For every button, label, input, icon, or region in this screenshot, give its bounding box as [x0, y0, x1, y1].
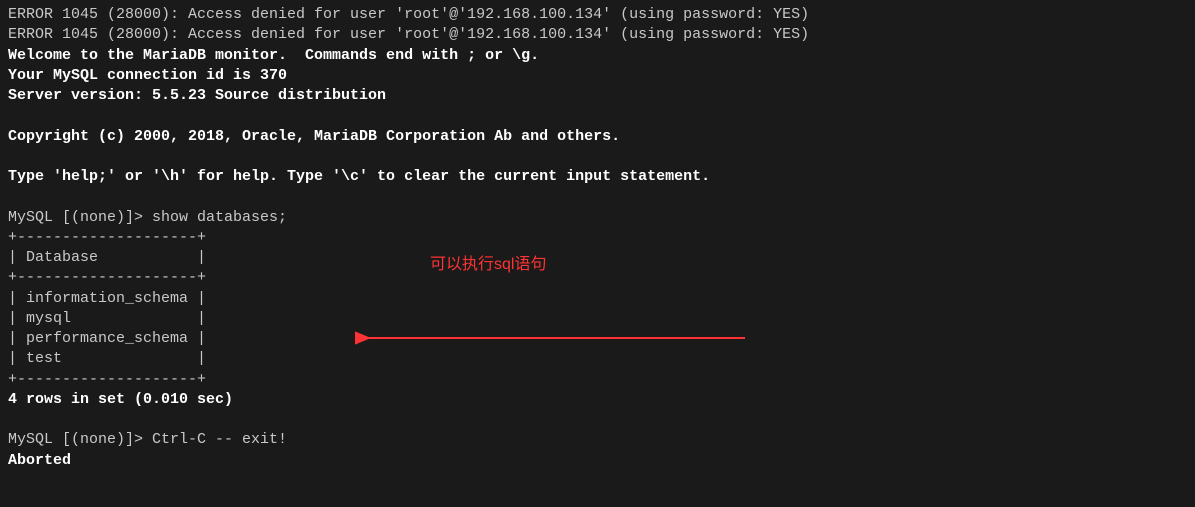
table-row-3: | performance_schema | — [8, 329, 1187, 349]
exit-command: Ctrl-C -- exit! — [152, 431, 287, 448]
blank-line-1 — [8, 106, 1187, 126]
error-line-1: ERROR 1045 (28000): Access denied for us… — [8, 5, 1187, 25]
table-row-4: | test | — [8, 349, 1187, 369]
mysql-prompt-2: MySQL [(none)]> — [8, 431, 152, 448]
table-row-2: | mysql | — [8, 309, 1187, 329]
result-line: 4 rows in set (0.010 sec) — [8, 390, 1187, 410]
prompt-command-1: MySQL [(none)]> show databases; — [8, 208, 1187, 228]
blank-line-3 — [8, 187, 1187, 207]
table-border-top: +--------------------+ — [8, 228, 1187, 248]
blank-line-2 — [8, 147, 1187, 167]
terminal-output: ERROR 1045 (28000): Access denied for us… — [8, 5, 1187, 471]
connection-line: Your MySQL connection id is 370 — [8, 66, 1187, 86]
server-version-line: Server version: 5.5.23 Source distributi… — [8, 86, 1187, 106]
welcome-line: Welcome to the MariaDB monitor. Commands… — [8, 46, 1187, 66]
table-border-mid: +--------------------+ — [8, 268, 1187, 288]
mysql-prompt-1: MySQL [(none)]> — [8, 209, 152, 226]
blank-line-4 — [8, 410, 1187, 430]
help-line: Type 'help;' or '\h' for help. Type '\c'… — [8, 167, 1187, 187]
table-row-1: | information_schema | — [8, 289, 1187, 309]
aborted-line: Aborted — [8, 451, 1187, 471]
table-border-bottom: +--------------------+ — [8, 370, 1187, 390]
error-line-2: ERROR 1045 (28000): Access denied for us… — [8, 25, 1187, 45]
copyright-line: Copyright (c) 2000, 2018, Oracle, MariaD… — [8, 127, 1187, 147]
annotation-text: 可以执行sql语句 — [430, 254, 546, 276]
show-databases-command: show databases; — [152, 209, 287, 226]
table-header: | Database | — [8, 248, 1187, 268]
prompt-command-2: MySQL [(none)]> Ctrl-C -- exit! — [8, 430, 1187, 450]
